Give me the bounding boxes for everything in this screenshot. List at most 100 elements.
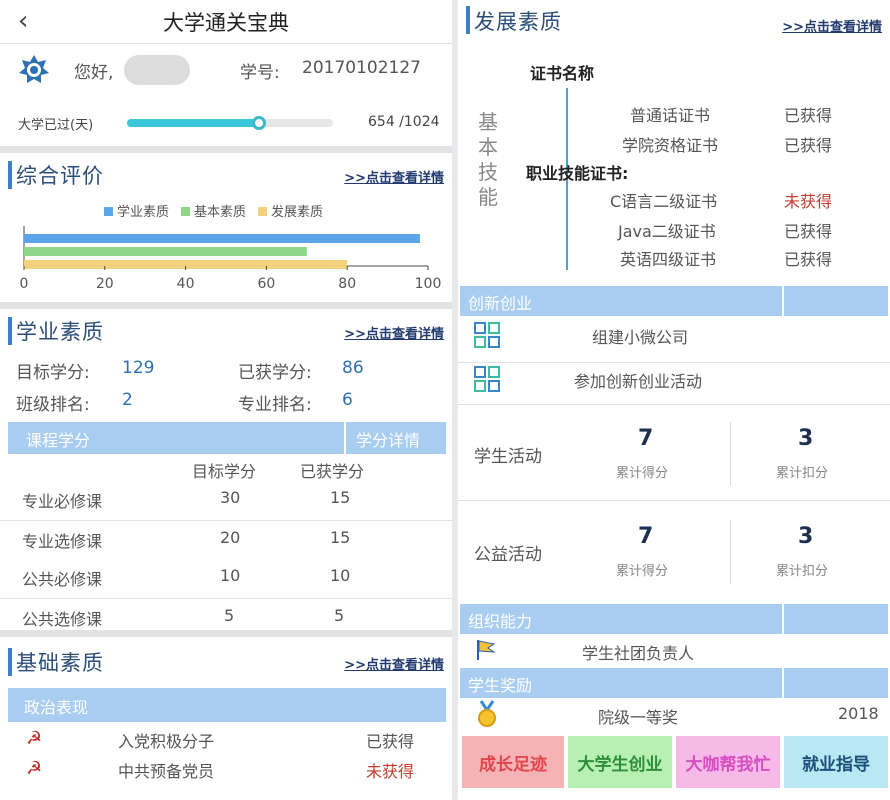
activity-vdivider <box>730 520 731 584</box>
vocational-label: 职业技能证书: <box>526 164 629 183</box>
tab-mentor-help[interactable]: 大咖帮我忙 <box>676 736 780 788</box>
legend-label: 学业素质 <box>117 204 169 220</box>
basic-header: 基础素质 >>点击查看详情 <box>0 640 452 680</box>
app-title: 大学通关宝典 <box>163 10 289 35</box>
cert-name: 英语四级证书 <box>620 250 717 269</box>
tab-growth-footprint[interactable]: 成长足迹 <box>462 736 564 788</box>
left-screen: ‹ 大学通关宝典 您好, 学号: 20170102127 大学已过(天) 654… <box>0 0 452 800</box>
bar-academic <box>24 234 420 243</box>
course-earned: 15 <box>330 528 351 547</box>
progress-text: 654 /1024 <box>368 114 440 130</box>
overall-title: 综合评价 <box>16 164 104 188</box>
innovation-item: 参加创新创业活动 <box>574 372 703 391</box>
top-bar: ‹ 大学通关宝典 <box>0 0 452 44</box>
legend-label: 基本素质 <box>194 205 246 220</box>
basic-skill-label: 基 本 技 能 <box>476 110 500 210</box>
x-tick-label: 0 <box>20 276 29 292</box>
school-logo-icon <box>19 55 49 83</box>
divider <box>0 302 452 309</box>
political-item-status: 已获得 <box>366 732 415 751</box>
progress-label: 大学已过(天) <box>18 118 94 133</box>
table-row: 公共必修课 10 10 <box>0 566 452 602</box>
political-band-label: 政治表现 <box>24 698 89 717</box>
political-item-name: 中共预备党员 <box>118 762 215 781</box>
tab-startup[interactable]: 大学生创业 <box>568 736 672 788</box>
row-divider <box>0 520 452 521</box>
bar-basic <box>24 247 307 256</box>
x-tick-label: 100 <box>415 276 442 292</box>
table-row: 专业必修课 30 15 <box>0 486 452 522</box>
legend-label: 发展素质 <box>271 204 323 220</box>
class-rank-value: 2 <box>122 390 133 410</box>
row-divider <box>458 404 890 405</box>
activity-label: 学生活动 <box>474 447 542 467</box>
grid-app-icon <box>474 366 500 392</box>
group-char: 技 <box>478 160 498 184</box>
list-item: ☭ 中共预备党员 未获得 <box>0 756 452 786</box>
award-item: 院级一等奖 <box>598 708 679 727</box>
course-earned: 5 <box>334 606 345 625</box>
divider <box>0 146 452 153</box>
academic-header: 学业素质 >>点击查看详情 <box>0 309 452 349</box>
list-item[interactable]: 组建小微公司 <box>458 318 890 360</box>
divider <box>0 630 452 637</box>
table-row: 专业选修课 20 15 <box>0 528 452 564</box>
row-divider <box>458 500 890 501</box>
overall-header: 综合评价 >>点击查看详情 <box>0 153 452 193</box>
credit-detail-label: 学分详情 <box>356 431 421 450</box>
section-accent <box>8 161 12 189</box>
innovation-band-right <box>784 286 888 316</box>
certificate-block: 证书名称 基 本 技 能 普通话证书 已获得 学院资格证书 已获得 职业技能证书… <box>458 48 890 280</box>
activity-score-label: 累计得分 <box>616 466 669 481</box>
x-tick-label: 60 <box>257 276 275 292</box>
overall-detail-link[interactable]: >>点击查看详情 <box>344 167 444 186</box>
charity-activity-row[interactable]: 公益活动 7 累计得分 3 累计扣分 <box>458 506 890 596</box>
group-char: 本 <box>478 135 498 159</box>
organization-band: 组织能力 <box>460 604 782 634</box>
col-target-header: 目标学分 <box>192 462 257 481</box>
course-target: 5 <box>224 606 235 625</box>
student-activity-row[interactable]: 学生活动 7 累计得分 3 累计扣分 <box>458 410 890 500</box>
political-item-status: 未获得 <box>366 762 415 781</box>
target-credit-value: 129 <box>122 358 155 378</box>
major-rank-value: 6 <box>342 390 353 410</box>
activity-score: 7 <box>638 426 654 451</box>
cert-name: C语言二级证书 <box>610 192 718 211</box>
x-tick-label: 80 <box>338 276 356 292</box>
award-year: 2018 <box>838 704 879 723</box>
activity-score-label: 累计得分 <box>616 564 669 579</box>
innovation-item: 组建小微公司 <box>592 328 689 347</box>
x-tick-label: 20 <box>96 276 114 292</box>
course-credit-band-label: 课程学分 <box>26 431 91 450</box>
list-item: ☭ 入党积极分子 已获得 <box>0 726 452 756</box>
section-accent <box>8 317 12 345</box>
section-accent <box>8 648 12 676</box>
major-rank-label: 专业排名: <box>238 395 312 415</box>
greeting: 您好, <box>74 63 114 83</box>
back-icon[interactable]: ‹ <box>18 6 28 36</box>
grid-app-icon <box>474 322 500 348</box>
development-detail-link[interactable]: >>点击查看详情 <box>782 16 882 35</box>
col-earned-header: 已获学分 <box>300 462 365 481</box>
basic-detail-link[interactable]: >>点击查看详情 <box>344 654 444 673</box>
tab-label: 大咖帮我忙 <box>685 754 771 775</box>
tab-career-guidance[interactable]: 就业指导 <box>784 736 888 788</box>
activity-deduct: 3 <box>798 426 814 451</box>
right-screen: 发展素质 >>点击查看详情 证书名称 基 本 技 能 普通话证书 已获得 学院资… <box>458 0 890 800</box>
overall-chart: 学业素质 基本素质 发展素质 0 20 40 60 80 100 <box>0 196 452 300</box>
course-earned: 15 <box>330 488 351 507</box>
progress-row: 大学已过(天) 654 /1024 <box>0 110 452 140</box>
academic-detail-link[interactable]: >>点击查看详情 <box>344 323 444 342</box>
awards-band-label: 学生奖励 <box>468 676 533 695</box>
legend-swatch <box>181 207 190 216</box>
activity-deduct: 3 <box>798 524 814 549</box>
credit-detail-button[interactable]: 学分详情 <box>346 422 446 454</box>
earned-credit-label: 已获学分: <box>238 363 312 383</box>
progress-track <box>127 116 333 130</box>
course-name: 专业必修课 <box>22 492 103 511</box>
party-emblem-icon: ☭ <box>26 728 43 749</box>
list-item[interactable]: 参加创新创业活动 <box>458 366 890 402</box>
activity-vdivider <box>730 422 731 486</box>
activity-deduct-label: 累计扣分 <box>776 564 829 579</box>
student-id-value: 20170102127 <box>302 58 421 78</box>
